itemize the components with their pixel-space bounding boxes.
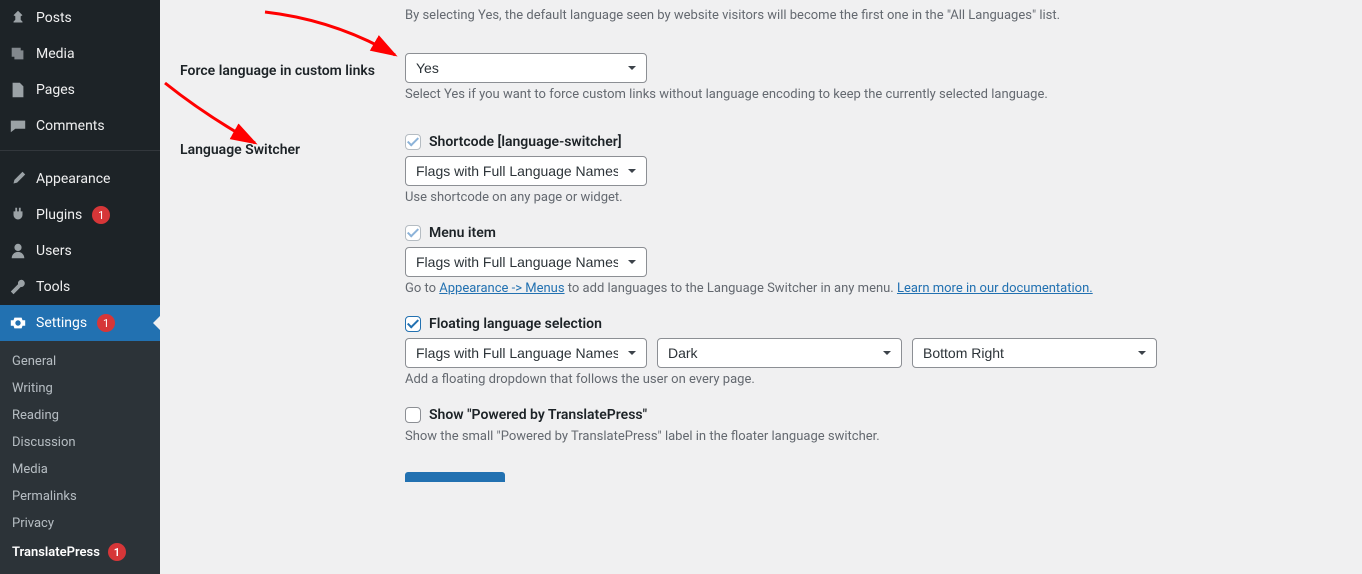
settings-icon [8,313,28,333]
sidebar-item-pages[interactable]: Pages [0,72,160,108]
label-force-links: Force language in custom links [180,43,405,99]
sidebar-item-label: Media [36,46,75,62]
checkbox-menu-item[interactable] [405,225,421,241]
sidebar-item-media[interactable]: Media [0,36,160,72]
label-menu-item: Menu item [429,225,496,241]
select-floating-position[interactable]: Bottom Right [912,338,1157,368]
select-shortcode-style[interactable]: Flags with Full Language Names [405,156,647,186]
checkbox-floating[interactable] [405,316,421,332]
sidebar-item-settings[interactable]: Settings 1 [0,305,160,341]
submenu-privacy[interactable]: Privacy [0,510,160,537]
select-floating-style[interactable]: Flags with Full Language Names [405,338,647,368]
link-appearance-menus[interactable]: Appearance -> Menus [439,281,564,296]
page-icon [8,80,28,100]
submenu-general[interactable]: General [0,348,160,375]
update-badge: 1 [108,543,126,561]
media-icon [8,44,28,64]
sidebar-item-label: Users [36,243,72,259]
label-shortcode: Shortcode [language-switcher] [429,134,622,150]
desc-menu-item: Go to Appearance -> Menus to add languag… [405,281,1305,296]
users-icon [8,241,28,261]
sidebar-item-label: Posts [36,10,72,26]
link-learn-docs[interactable]: Learn more in our documentation. [897,281,1093,296]
submenu-translatepress[interactable]: TranslatePress 1 [0,537,160,567]
desc-shortcode: Use shortcode on any page or widget. [405,190,1305,205]
pin-icon [8,8,28,28]
select-menu-item-style[interactable]: Flags with Full Language Names [405,247,647,277]
select-floating-theme[interactable]: Dark [657,338,902,368]
submenu-permalinks[interactable]: Permalinks [0,483,160,510]
brush-icon [8,169,28,189]
submenu-reading[interactable]: Reading [0,402,160,429]
sidebar-item-plugins[interactable]: Plugins 1 [0,197,160,233]
wrench-icon [8,277,28,297]
select-force-links[interactable]: Yes [405,53,647,83]
desc-floating: Add a floating dropdown that follows the… [405,372,1305,387]
save-button[interactable] [405,472,505,482]
submenu-writing[interactable]: Writing [0,375,160,402]
sidebar-item-users[interactable]: Users [0,233,160,269]
checkbox-shortcode[interactable] [405,134,421,150]
sidebar-item-label: Plugins [36,207,82,223]
submenu-discussion[interactable]: Discussion [0,429,160,456]
submenu-media[interactable]: Media [0,456,160,483]
sidebar-item-label: Comments [36,118,105,134]
update-badge: 1 [92,206,110,224]
admin-sidebar: Posts Media Pages Comments Appearance Pl… [0,0,160,554]
sidebar-item-label: Appearance [36,171,110,187]
sidebar-item-appearance[interactable]: Appearance [0,161,160,197]
sidebar-item-label: Settings [36,315,87,331]
sidebar-item-label: Pages [36,82,75,98]
label-language-switcher: Language Switcher [180,122,405,178]
settings-panel: By selecting Yes, the default language s… [160,0,1362,554]
prev-option-desc: By selecting Yes, the default language s… [405,8,1305,23]
comment-icon [8,116,28,136]
label-powered-by: Show "Powered by TranslatePress" [429,407,647,423]
checkbox-powered-by[interactable] [405,407,421,423]
sidebar-item-tools[interactable]: Tools [0,269,160,305]
plug-icon [8,205,28,225]
desc-force-links: Select Yes if you want to force custom l… [405,87,1305,102]
menu-separator [0,150,160,155]
desc-powered-by: Show the small "Powered by TranslatePres… [405,429,1305,444]
sidebar-item-label: Tools [36,279,70,295]
sidebar-item-posts[interactable]: Posts [0,0,160,36]
sidebar-item-comments[interactable]: Comments [0,108,160,144]
label-floating: Floating language selection [429,316,602,332]
update-badge: 1 [97,314,115,332]
settings-submenu: General Writing Reading Discussion Media… [0,341,160,574]
